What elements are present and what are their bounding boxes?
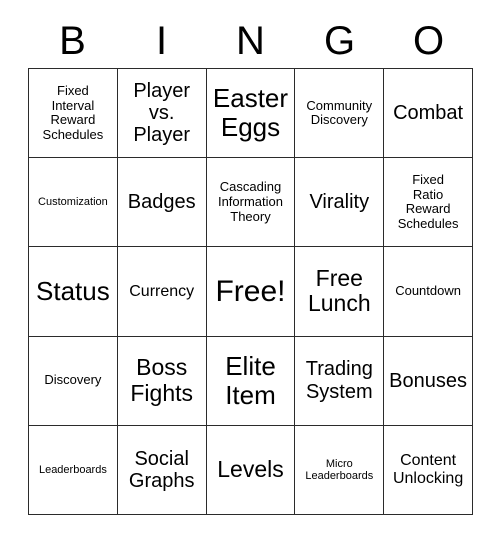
- bingo-cell-label: Free!: [215, 274, 286, 308]
- bingo-cell[interactable]: Bonuses: [384, 336, 473, 426]
- bingo-cell-label: Trading System: [305, 358, 373, 403]
- bingo-cell[interactable]: Levels: [206, 425, 296, 515]
- bingo-cell[interactable]: Boss Fights: [117, 336, 207, 426]
- bingo-cell-label: Elite Item: [225, 350, 276, 410]
- bingo-cell-label: Fixed Ratio Reward Schedules: [397, 172, 459, 231]
- bingo-cell-label: Status: [36, 275, 110, 306]
- bingo-cell-label: Boss Fights: [130, 353, 194, 406]
- bingo-cell-label: Player vs. Player: [133, 79, 191, 147]
- bingo-cell-label: Easter Eggs: [212, 82, 289, 143]
- bingo-cell[interactable]: Badges: [117, 158, 207, 248]
- bingo-cell-label: Content Unlocking: [392, 451, 464, 487]
- bingo-cell-label: Countdown: [395, 283, 461, 299]
- bingo-cell-label: Badges: [127, 191, 196, 214]
- bingo-cell-label: Virality: [309, 191, 370, 214]
- bingo-cell-label: Free Lunch: [307, 264, 371, 317]
- bingo-cell[interactable]: Cascading Information Theory: [206, 158, 296, 248]
- header-letter-g: G: [323, 19, 356, 63]
- bingo-cell-label: Leaderboards: [38, 463, 107, 476]
- bingo-cell-label: Community Discovery: [306, 97, 373, 128]
- bingo-cell-label: Discovery: [44, 372, 102, 388]
- header-letter-i: I: [155, 19, 168, 63]
- bingo-cell-label: Fixed Interval Reward Schedules: [42, 83, 104, 142]
- header-letter-b: B: [59, 19, 86, 63]
- bingo-cell[interactable]: Status: [29, 247, 118, 337]
- bingo-cell[interactable]: Customization: [29, 158, 118, 248]
- bingo-cell[interactable]: Currency: [117, 247, 207, 337]
- bingo-cell[interactable]: Leaderboards: [29, 425, 118, 515]
- bingo-cell[interactable]: Combat: [384, 69, 473, 159]
- bingo-cell-label: Combat: [393, 101, 464, 124]
- bingo-cell-label: Bonuses: [389, 369, 468, 392]
- bingo-cell[interactable]: Micro Leaderboards: [295, 425, 385, 515]
- bingo-cell[interactable]: Countdown: [384, 247, 473, 337]
- bingo-cell-label: Micro Leaderboards: [305, 457, 374, 482]
- bingo-cell[interactable]: Elite Item: [206, 336, 296, 426]
- bingo-cell[interactable]: Content Unlocking: [384, 425, 473, 515]
- bingo-cell[interactable]: Fixed Interval Reward Schedules: [29, 69, 118, 159]
- bingo-cell[interactable]: Easter Eggs: [206, 69, 296, 159]
- bingo-cell-label: Customization: [38, 196, 108, 209]
- header-letter-o: O: [412, 19, 445, 63]
- bingo-cell-free[interactable]: Free!: [206, 247, 296, 337]
- bingo-cell-label: Social Graphs: [128, 447, 195, 492]
- bingo-header-row: B I N G O: [28, 16, 473, 66]
- bingo-grid: Fixed Interval Reward Schedules Player vs…: [28, 68, 475, 517]
- bingo-cell[interactable]: Discovery: [29, 336, 118, 426]
- bingo-cell[interactable]: Free Lunch: [295, 247, 385, 337]
- header-letter-n: N: [236, 19, 265, 63]
- bingo-cell-label: Levels: [217, 456, 284, 483]
- bingo-cell[interactable]: Community Discovery: [295, 69, 385, 159]
- bingo-cell[interactable]: Social Graphs: [117, 425, 207, 515]
- bingo-cell-label: Cascading Information Theory: [217, 179, 284, 224]
- bingo-cell[interactable]: Fixed Ratio Reward Schedules: [384, 158, 473, 248]
- bingo-cell[interactable]: Virality: [295, 158, 385, 248]
- bingo-card: B I N G O Fixed Interval Reward Schedule…: [0, 0, 500, 544]
- bingo-cell-label: Currency: [129, 282, 195, 300]
- bingo-cell[interactable]: Player vs. Player: [117, 69, 207, 159]
- bingo-cell[interactable]: Trading System: [295, 336, 385, 426]
